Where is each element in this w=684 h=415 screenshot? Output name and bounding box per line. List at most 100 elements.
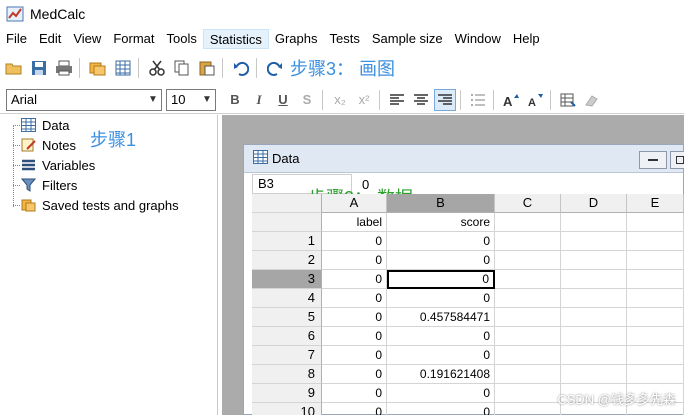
paste-icon[interactable] [196,57,218,79]
tree-item-filters[interactable]: Filters [20,176,77,194]
align-center-icon[interactable] [410,89,432,111]
italic-button[interactable]: I [248,89,270,111]
row-header[interactable]: 1 [252,232,322,251]
tree-item-variables[interactable]: Variables [20,156,95,174]
table-format-icon[interactable] [557,89,579,111]
menu-file[interactable]: File [0,29,33,49]
menu-graphs[interactable]: Graphs [269,29,324,49]
column-header-e[interactable]: E [627,194,684,213]
increase-font-icon[interactable]: A [500,89,522,111]
table-cell[interactable] [627,308,684,327]
font-size-select[interactable]: 10 ▼ [166,88,216,111]
corner-cell[interactable] [252,194,322,213]
menu-statistics[interactable]: Statistics [202,29,269,49]
tree-item-data[interactable]: Data [20,116,69,134]
row-header[interactable]: 4 [252,289,322,308]
variable-name-cell[interactable] [627,213,684,232]
subscript-button[interactable]: x₂ [329,89,351,111]
table-cell[interactable]: 0 [387,346,495,365]
menu-sample-size[interactable]: Sample size [366,29,449,49]
table-cell[interactable]: 0 [322,327,387,346]
variable-name-cell[interactable]: label [322,213,387,232]
align-right-icon[interactable] [434,88,456,111]
table-cell[interactable] [561,308,627,327]
table-cell[interactable]: 0 [322,365,387,384]
table-cell[interactable]: 0 [322,384,387,403]
open-icon[interactable] [3,57,25,79]
column-header-b[interactable]: B [387,194,495,213]
font-select[interactable]: Arial ▼ [6,88,162,111]
table-cell[interactable]: 0.191621408 [387,365,495,384]
table-cell[interactable] [495,346,561,365]
bold-button[interactable]: B [224,89,246,111]
table-cell[interactable] [495,403,561,415]
table-cell[interactable]: 0 [322,403,387,415]
table-cell[interactable] [495,308,561,327]
bullet-list-icon[interactable] [467,89,489,111]
table-cell[interactable] [627,365,684,384]
table-cell[interactable]: 0 [387,289,495,308]
superscript-button[interactable]: x² [353,89,375,111]
variable-name-cell[interactable] [495,213,561,232]
row-header-blank[interactable] [252,213,322,232]
cut-icon[interactable] [146,57,168,79]
menu-window[interactable]: Window [449,29,507,49]
table-cell[interactable]: 0.457584471 [387,308,495,327]
variable-name-cell[interactable]: score [387,213,495,232]
table-cell[interactable] [495,232,561,251]
align-left-icon[interactable] [386,89,408,111]
row-header[interactable]: 6 [252,327,322,346]
row-header[interactable]: 3 [252,270,322,289]
data-window-titlebar[interactable]: Data [244,145,683,173]
table-cell[interactable] [495,365,561,384]
menu-edit[interactable]: Edit [33,29,67,49]
spreadsheet-icon[interactable] [112,57,134,79]
undo-icon[interactable] [230,57,252,79]
table-cell[interactable] [495,384,561,403]
table-cell[interactable] [561,365,627,384]
table-cell[interactable] [495,270,561,289]
table-cell[interactable] [561,327,627,346]
table-cell[interactable]: 0 [387,327,495,346]
row-header[interactable]: 9 [252,384,322,403]
menu-view[interactable]: View [67,29,107,49]
table-cell[interactable] [561,251,627,270]
row-header[interactable]: 10 [252,403,322,415]
table-cell[interactable] [627,346,684,365]
table-cell[interactable] [627,289,684,308]
clear-format-icon[interactable] [581,89,603,111]
menu-help[interactable]: Help [507,29,546,49]
copy-icon[interactable] [171,57,193,79]
row-header[interactable]: 5 [252,308,322,327]
column-header-d[interactable]: D [561,194,627,213]
table-cell[interactable] [561,346,627,365]
table-cell[interactable]: 0 [322,251,387,270]
tree-item-notes[interactable]: Notes [20,136,76,154]
tree-item-saved-tests-and-graphs[interactable]: Saved tests and graphs [20,196,179,214]
row-header[interactable]: 2 [252,251,322,270]
table-cell[interactable] [561,232,627,251]
column-header-a[interactable]: A [322,194,387,213]
row-header[interactable]: 7 [252,346,322,365]
maximize-button[interactable] [670,151,684,169]
table-cell[interactable] [495,327,561,346]
menu-tests[interactable]: Tests [324,29,366,49]
table-cell[interactable]: 0 [322,232,387,251]
menu-format[interactable]: Format [107,29,160,49]
menu-tools[interactable]: Tools [160,29,202,49]
table-cell[interactable] [495,289,561,308]
print-icon[interactable] [53,57,75,79]
table-cell[interactable]: 0 [387,232,495,251]
underline-button[interactable]: U [272,89,294,111]
minimize-button[interactable] [639,151,667,169]
table-cell[interactable]: 0 [322,308,387,327]
table-cell[interactable] [627,270,684,289]
table-cell[interactable] [627,232,684,251]
row-header[interactable]: 8 [252,365,322,384]
table-cell[interactable]: 0 [322,346,387,365]
table-cell[interactable] [495,251,561,270]
table-cell[interactable] [561,270,627,289]
table-cell[interactable]: 0 [387,384,495,403]
table-cell[interactable]: 0 [322,270,387,289]
table-cell[interactable]: 0 [322,289,387,308]
